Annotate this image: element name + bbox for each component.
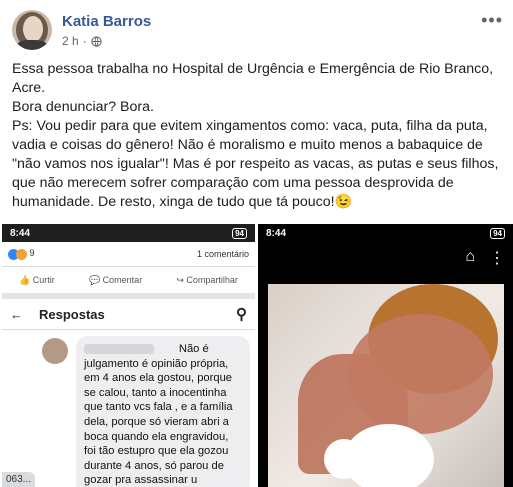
- status-time: 8:44: [10, 227, 31, 239]
- commenter-avatar: [42, 338, 68, 364]
- more-vertical-icon: ⋮: [489, 250, 505, 267]
- comment-button: 💬 Comentar: [88, 274, 143, 285]
- responses-title: Respostas: [39, 306, 105, 322]
- back-arrow-icon: ←: [10, 306, 23, 322]
- more-horizontal-icon[interactable]: •••: [481, 10, 503, 31]
- comment: Não é julgamento é opinião própria, em 4…: [2, 330, 255, 487]
- responses-header: ← Respostas ⚲: [2, 299, 255, 330]
- like-button: 👍 Curtir: [19, 274, 55, 285]
- post-text: Essa pessoa trabalha no Hospital de Urgê…: [12, 61, 499, 210]
- redacted-name: [84, 344, 154, 355]
- author-avatar[interactable]: [12, 10, 52, 50]
- search-icon: ⚲: [236, 306, 247, 323]
- page-indicator: 063...: [2, 472, 36, 487]
- author-name[interactable]: Katia Barros: [62, 13, 151, 30]
- comment-text: Não é julgamento é opinião própria, em 4…: [84, 343, 233, 487]
- comment-bubble: Não é julgamento é opinião própria, em 4…: [76, 336, 250, 487]
- tag-icon: ⌂: [465, 248, 475, 265]
- status-time: 8:44: [266, 227, 287, 239]
- reactions-row: 9 1 comentário: [2, 242, 255, 267]
- actions-row: 👍 Curtir 💬 Comentar ↪ Compartilhar: [2, 267, 255, 299]
- post-meta: 2 h ·: [62, 34, 102, 48]
- post-header: Katia Barros 2 h · •••: [0, 0, 513, 60]
- screenshot-comment[interactable]: 8:44 94 9 1 comentário 👍 Curtir 💬 Coment…: [2, 224, 255, 487]
- share-button: ↪ Compartilhar: [176, 274, 238, 285]
- reaction-count: 9: [29, 248, 35, 259]
- blurred-photo: [268, 284, 504, 487]
- post-gallery: 8:44 94 9 1 comentário 👍 Curtir 💬 Coment…: [0, 224, 513, 487]
- battery-indicator: 94: [490, 227, 505, 239]
- angry-reaction-icon: [16, 248, 27, 260]
- post-time[interactable]: 2 h: [62, 34, 79, 48]
- globe-icon: [91, 35, 102, 47]
- screenshot-photo[interactable]: 8:44 94 ⌂ ⋮: [258, 224, 513, 487]
- status-bar: 8:44 94: [258, 224, 513, 242]
- status-bar: 8:44 94: [2, 224, 255, 242]
- photo-toolbar: ⌂ ⋮: [465, 248, 505, 268]
- battery-indicator: 94: [232, 227, 247, 239]
- comment-count: 1 comentário: [196, 249, 249, 259]
